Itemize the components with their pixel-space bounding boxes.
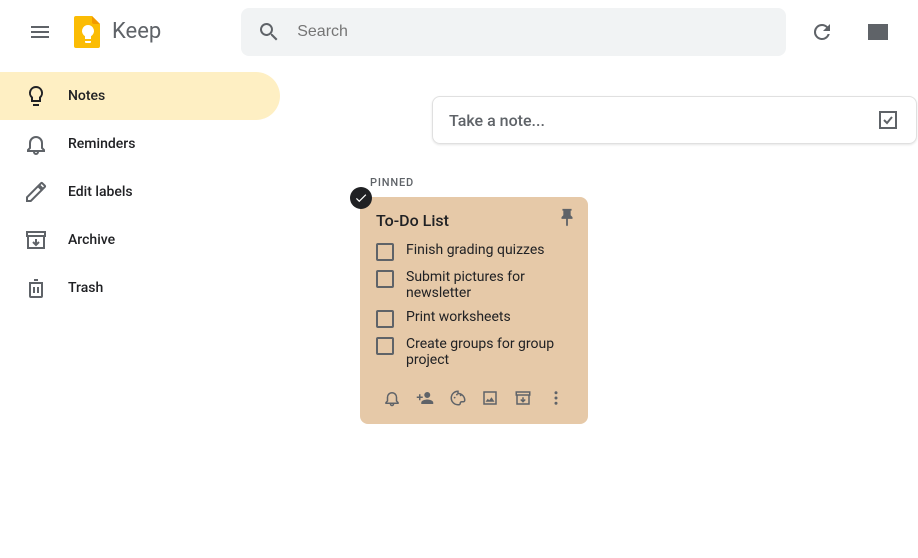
pin-icon xyxy=(556,207,578,229)
checklist-item[interactable]: Print worksheets xyxy=(376,309,572,328)
body: Notes Reminders Edit labels Archive Tras… xyxy=(0,64,918,558)
refresh-icon xyxy=(810,20,834,44)
check-icon xyxy=(354,191,368,205)
pencil-icon xyxy=(12,180,60,204)
header-actions xyxy=(798,8,902,56)
main-content: Take a note... PINNED To-Do List Finish … xyxy=(280,64,918,558)
more-vert-icon xyxy=(547,389,565,407)
checklist-item[interactable]: Submit pictures for newsletter xyxy=(376,269,572,301)
sidebar-item-archive[interactable]: Archive xyxy=(0,216,280,264)
checklist-item-text: Finish grading quizzes xyxy=(406,242,545,258)
sidebar-item-edit-labels[interactable]: Edit labels xyxy=(0,168,280,216)
lightbulb-icon xyxy=(12,84,60,108)
sidebar-item-label: Notes xyxy=(68,88,105,104)
checklist-item[interactable]: Create groups for group project xyxy=(376,336,572,368)
sidebar: Notes Reminders Edit labels Archive Tras… xyxy=(0,64,280,558)
pin-button[interactable] xyxy=(556,207,578,229)
sidebar-item-label: Reminders xyxy=(68,136,135,152)
take-note-actions xyxy=(876,108,900,132)
more-button[interactable] xyxy=(540,382,572,414)
new-list-button[interactable] xyxy=(876,108,900,132)
sidebar-item-trash[interactable]: Trash xyxy=(0,264,280,312)
add-image-button[interactable] xyxy=(474,382,506,414)
checklist-item-text: Submit pictures for newsletter xyxy=(406,269,572,301)
take-note-placeholder: Take a note... xyxy=(449,111,876,130)
note-toolbar xyxy=(376,376,572,420)
checklist-item-text: Print worksheets xyxy=(406,309,511,325)
take-note-bar[interactable]: Take a note... xyxy=(432,96,917,144)
archive-note-button[interactable] xyxy=(507,382,539,414)
sidebar-item-reminders[interactable]: Reminders xyxy=(0,120,280,168)
trash-icon xyxy=(12,276,60,300)
bell-plus-icon xyxy=(383,389,401,407)
note-title: To-Do List xyxy=(376,211,572,230)
pinned-section-label: PINNED xyxy=(370,176,918,189)
archive-icon xyxy=(514,389,532,407)
search-input[interactable] xyxy=(297,23,770,41)
checkbox[interactable] xyxy=(376,270,394,288)
keep-logo-icon xyxy=(68,12,108,52)
hamburger-icon xyxy=(28,20,52,44)
checkbox[interactable] xyxy=(376,310,394,328)
collaborator-button[interactable] xyxy=(409,382,441,414)
view-toggle-button[interactable] xyxy=(854,8,902,56)
sidebar-item-notes[interactable]: Notes xyxy=(0,72,280,120)
archive-icon xyxy=(12,228,60,252)
background-options-button[interactable] xyxy=(442,382,474,414)
palette-icon xyxy=(449,389,467,407)
checkbox-icon xyxy=(876,108,900,132)
checklist-item-text: Create groups for group project xyxy=(406,336,572,368)
checkbox[interactable] xyxy=(376,243,394,261)
search-icon xyxy=(257,20,281,44)
header: Keep xyxy=(0,0,918,64)
select-note-button[interactable] xyxy=(350,187,372,209)
person-add-icon xyxy=(416,389,434,407)
sidebar-item-label: Trash xyxy=(68,280,103,296)
sidebar-item-label: Edit labels xyxy=(68,184,133,200)
list-view-icon xyxy=(866,20,890,44)
sidebar-item-label: Archive xyxy=(68,232,115,248)
app-logo[interactable]: Keep xyxy=(68,12,161,52)
refresh-button[interactable] xyxy=(798,8,846,56)
checklist-item[interactable]: Finish grading quizzes xyxy=(376,242,572,261)
bell-icon xyxy=(12,132,60,156)
checkbox[interactable] xyxy=(376,337,394,355)
remind-me-button[interactable] xyxy=(376,382,408,414)
checklist: Finish grading quizzes Submit pictures f… xyxy=(376,242,572,368)
main-menu-button[interactable] xyxy=(16,8,64,56)
app-name: Keep xyxy=(112,19,161,44)
search-bar[interactable] xyxy=(241,8,786,56)
note-card[interactable]: To-Do List Finish grading quizzes Submit… xyxy=(360,197,588,424)
image-icon xyxy=(481,389,499,407)
